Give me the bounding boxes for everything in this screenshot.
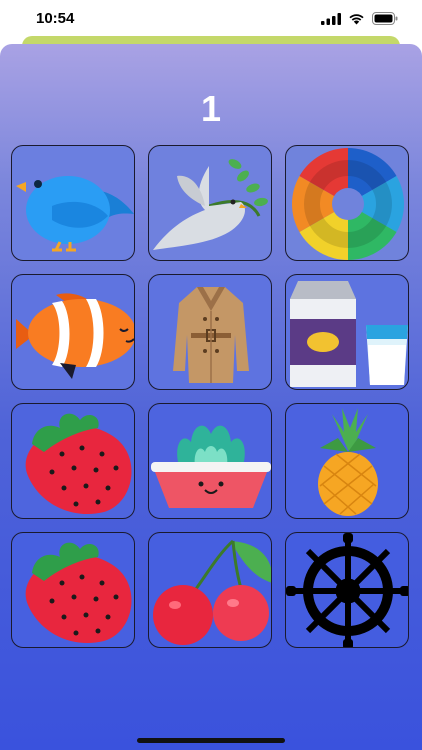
- status-bar: 10:54: [0, 0, 422, 40]
- ship-wheel-icon: [286, 533, 408, 647]
- trench-coat-icon: [173, 287, 249, 383]
- tile-blue-bird[interactable]: [11, 145, 135, 261]
- strawberry-icon: [25, 542, 132, 644]
- tile-dove[interactable]: [148, 145, 272, 261]
- tile-clownfish[interactable]: [11, 274, 135, 390]
- wifi-icon: [349, 14, 364, 25]
- strawberry-icon: [25, 413, 132, 515]
- blue-bird-icon: [16, 176, 134, 252]
- pineapple-icon: [318, 408, 378, 516]
- clownfish-icon: [16, 293, 134, 379]
- status-time: 10:54: [36, 10, 75, 27]
- tile-strawberry[interactable]: [11, 403, 135, 519]
- home-indicator[interactable]: [137, 738, 285, 743]
- tile-color-wheel[interactable]: [285, 145, 409, 261]
- game-board: 1: [0, 44, 422, 750]
- milk-carton-and-glass-icon: [290, 281, 408, 387]
- battery-icon: [372, 12, 398, 25]
- potted-plant-icon: [151, 425, 271, 508]
- score-counter: 1: [200, 88, 222, 129]
- tile-ship-wheel[interactable]: [285, 532, 409, 648]
- signal-icon: [321, 13, 341, 25]
- cherries-icon: [153, 539, 271, 645]
- tile-milk[interactable]: [285, 274, 409, 390]
- tile-potted-plant[interactable]: [148, 403, 272, 519]
- tile-cherries[interactable]: [148, 532, 272, 648]
- dove-with-olive-branch-icon: [153, 159, 268, 250]
- tile-strawberry[interactable]: [11, 532, 135, 648]
- color-wheel-icon: [291, 148, 405, 260]
- tile-trench-coat[interactable]: [148, 274, 272, 390]
- tile-pineapple[interactable]: [285, 403, 409, 519]
